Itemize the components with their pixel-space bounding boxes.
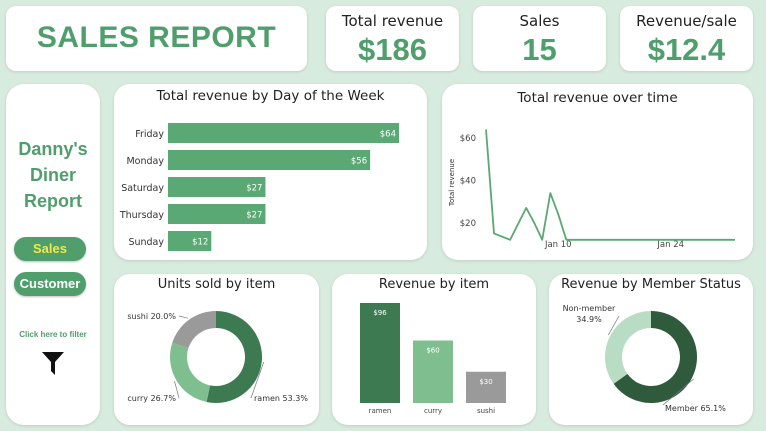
data-label: $30	[479, 378, 492, 386]
sidebar: Danny's Diner Report Sales Customer Clic…	[6, 84, 100, 425]
title-card: SALES REPORT	[6, 6, 307, 71]
member-donut-chart: Member 65.1% Non-member 34.9%	[563, 304, 727, 413]
units-donut-chart: ramen 53.3% curry 26.7% sushi 20.0%	[127, 311, 308, 403]
chart-revenue-by-day: Total revenue by Day of the Week Friday $…	[114, 84, 427, 260]
category-label: Monday	[126, 156, 164, 167]
kpi-card-revenue-per-sale: Revenue/sale $12.4	[620, 6, 753, 71]
data-label: $64	[380, 130, 396, 140]
category-label: curry	[424, 407, 442, 415]
category-label: Friday	[135, 129, 164, 140]
sidebar-title-line: Report	[24, 191, 82, 211]
kpi-label: Total revenue	[341, 12, 444, 30]
item-bar-chart: $96 ramen $60 curry $30 sushi	[360, 303, 506, 415]
category-label: Thursday	[119, 210, 165, 221]
slice-label: sushi 20.0%	[127, 312, 176, 321]
sidebar-title-line: Diner	[29, 165, 76, 185]
category-label: ramen	[369, 407, 392, 415]
chart-units-by-item: Units sold by item ramen 53.3% curry 26.7…	[114, 274, 319, 425]
data-label: $56	[351, 157, 367, 167]
bar	[360, 303, 400, 403]
donut-slice	[172, 311, 216, 349]
donut-slice	[605, 311, 651, 384]
kpi-label: Sales	[519, 12, 560, 30]
data-label: $27	[246, 184, 262, 194]
y-tick-label: $60	[460, 134, 476, 144]
x-tick-label: Jan 24	[656, 240, 684, 250]
page-title: SALES REPORT	[36, 21, 277, 54]
slice-label: 34.9%	[576, 315, 602, 324]
sales-button-label: Sales	[33, 241, 67, 256]
customer-button-label: Customer	[19, 276, 81, 291]
x-tick-label: Jan 10	[544, 240, 572, 250]
data-label: $96	[373, 309, 387, 317]
category-label: Saturday	[121, 183, 164, 194]
series-line	[485, 129, 735, 241]
kpi-value: $186	[358, 32, 427, 67]
donut-slice	[170, 342, 211, 403]
y-tick-label: $40	[460, 176, 476, 186]
data-label: $27	[246, 211, 262, 221]
slice-label: curry 26.7%	[127, 394, 176, 403]
customer-button[interactable]: Customer	[14, 272, 86, 296]
chart-revenue-over-time: Total revenue over time $20 $40 $60 Jan 10 J…	[442, 84, 753, 260]
category-label: sushi	[477, 407, 495, 415]
chart-revenue-by-member: Revenue by Member Status Member 65.1% Non…	[549, 274, 753, 425]
chart-revenue-by-item: Revenue by item $96 ramen $60 curry $30 sushi	[332, 274, 536, 425]
filter-hint: Click here to filter	[19, 330, 87, 339]
sidebar-title-line: Danny's	[18, 139, 88, 159]
slice-label: Member 65.1%	[665, 404, 726, 413]
sidebar-title: Danny's Diner Report	[6, 136, 100, 214]
data-label: $12	[192, 238, 208, 248]
category-label: Sunday	[128, 237, 164, 248]
kpi-value: 15	[522, 32, 557, 67]
funnel-icon[interactable]	[41, 350, 65, 376]
y-axis-label: Total revenue	[448, 159, 456, 207]
sales-button[interactable]: Sales	[14, 237, 86, 261]
bar	[168, 150, 371, 170]
kpi-card-sales: Sales 15	[473, 6, 606, 71]
slice-label: Non-member	[563, 304, 616, 313]
y-tick-label: $20	[460, 219, 476, 229]
data-label: $60	[426, 347, 439, 355]
slice-label: ramen 53.3%	[254, 394, 308, 403]
kpi-value: $12.4	[647, 32, 726, 67]
revenue-line-chart: $20 $40 $60 Jan 10 Jan 24 Total revenue	[448, 129, 735, 250]
day-bar-chart: Friday $64 Monday $56 Saturday $27 Thursday $27…	[119, 123, 399, 251]
bar	[466, 371, 506, 403]
bar	[168, 123, 399, 143]
kpi-label: Revenue/sale	[636, 12, 737, 30]
leader-line	[178, 315, 188, 319]
kpi-card-total-revenue: Total revenue $186	[326, 6, 459, 71]
